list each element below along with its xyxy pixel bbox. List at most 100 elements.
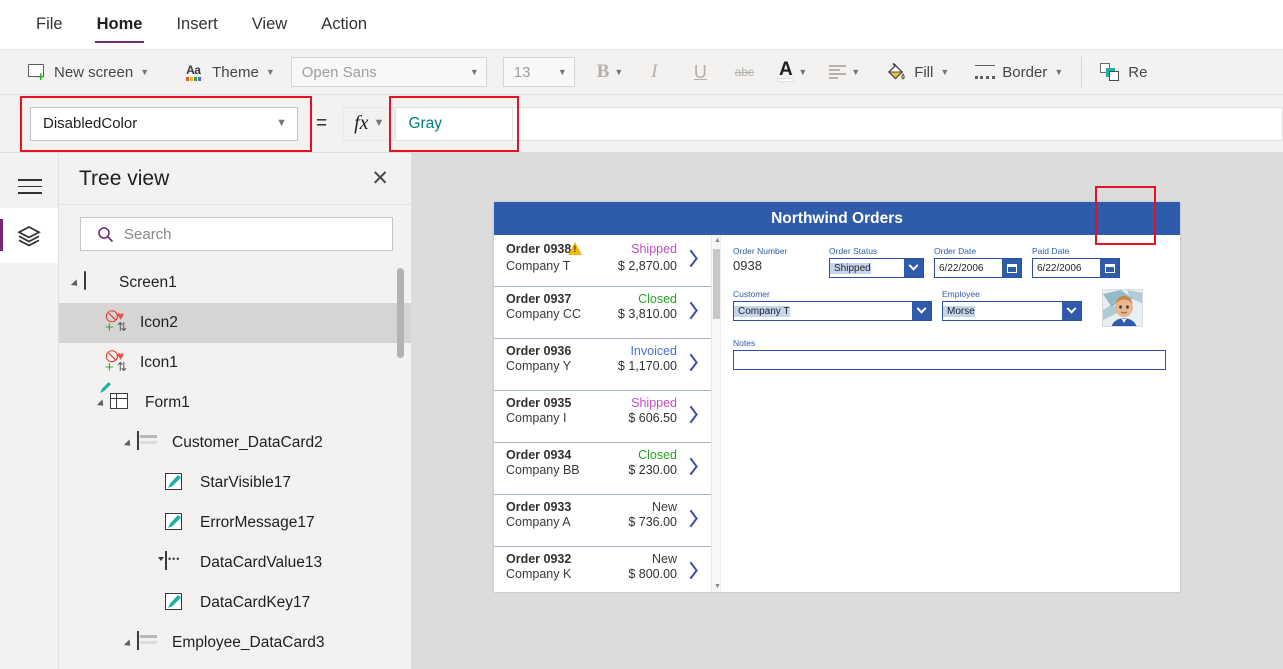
order-number-value: 0938 (733, 258, 762, 273)
tree-view-rail-button[interactable] (0, 208, 58, 263)
tree-scrollbar[interactable] (397, 265, 404, 663)
search-box[interactable] (80, 217, 393, 251)
strikethrough-icon: abc (734, 65, 755, 79)
theme-icon: Aa (185, 63, 205, 81)
order-row[interactable]: Order 0932 New Company K $ 800.00 (494, 547, 711, 592)
gallery-scrollbar-thumb[interactable] (713, 249, 720, 319)
font-color-button[interactable]: A ▼ (777, 59, 807, 82)
calendar-icon[interactable] (1002, 259, 1021, 277)
chevron-right-icon[interactable] (692, 300, 703, 320)
app-title: Northwind Orders (771, 209, 903, 227)
bold-icon: B (596, 61, 610, 82)
bold-button[interactable]: B ▼ (597, 61, 624, 83)
tree-item-employee-datacard3[interactable]: Employee_DataCard3 (59, 623, 411, 663)
layers-icon (17, 225, 41, 246)
tree-scrollbar-thumb[interactable] (397, 268, 404, 358)
font-family-select[interactable]: Open Sans ▼ (290, 57, 487, 87)
chevron-down-icon[interactable] (912, 302, 931, 320)
menu-item-insert[interactable]: Insert (174, 11, 219, 38)
chevron-right-icon[interactable] (692, 456, 703, 476)
order-date-picker[interactable]: 6/22/2006 (934, 258, 1022, 278)
order-amount: $ 3,810.00 (617, 307, 677, 321)
search-input[interactable] (124, 225, 360, 243)
property-select[interactable]: DisabledColor ▼ (30, 106, 298, 141)
order-status-dropdown[interactable]: Shipped (829, 258, 924, 278)
tree-item-screen1[interactable]: Screen1 (59, 263, 411, 303)
hamburger-menu-icon[interactable] (18, 179, 42, 194)
scroll-down-arrow-icon[interactable]: ▼ (714, 583, 721, 590)
close-icon[interactable]: ✕ (371, 168, 389, 189)
order-id: Order 0935 (506, 396, 572, 410)
new-screen-icon: + (28, 64, 47, 83)
fill-button[interactable]: Fill ▼ (886, 62, 949, 82)
fx-button[interactable]: fx ▼ (343, 106, 396, 141)
gallery-scrollbar[interactable]: ▲ ▼ (712, 235, 721, 592)
formula-input[interactable]: Gray (395, 106, 514, 141)
tree-item-icon2[interactable]: 🚫 ♥ + ⇅ Icon2 (59, 303, 411, 343)
tree-item-errormessage17[interactable]: ErrorMessage17 (59, 503, 411, 543)
edit-icon (165, 472, 191, 494)
reorder-button[interactable]: Re (1100, 62, 1148, 82)
theme-button[interactable]: Aa Theme ▼ (185, 63, 275, 81)
tree-item-icon1[interactable]: 🚫 ♥ + ⇅ Icon1 (59, 343, 411, 383)
notes-input[interactable] (733, 350, 1166, 370)
paid-date-picker[interactable]: 6/22/2006 (1032, 258, 1120, 278)
font-size-select[interactable]: 13 ▼ (502, 57, 575, 87)
order-amount: $ 800.00 (628, 567, 677, 581)
strikethrough-button[interactable]: abc (729, 65, 759, 79)
order-status: Shipped (631, 242, 677, 256)
tree-item-form1[interactable]: Form1 (59, 382, 411, 423)
menu-item-home[interactable]: Home (94, 11, 145, 43)
border-label: Border (1002, 63, 1048, 81)
formula-input-extension[interactable] (513, 106, 1283, 141)
calendar-icon[interactable] (1100, 259, 1119, 277)
menu-item-action[interactable]: Action (319, 11, 369, 38)
chevron-right-icon[interactable] (692, 352, 703, 372)
chevron-right-icon[interactable] (692, 248, 703, 268)
font-color-icon: A (777, 59, 795, 82)
order-row[interactable]: Order 0933 New Company A $ 736.00 (494, 495, 711, 547)
datacard-icon (137, 631, 163, 654)
chevron-down-icon[interactable] (904, 259, 923, 277)
expand-caret-icon[interactable] (70, 279, 81, 289)
chevron-right-icon[interactable] (692, 560, 703, 580)
new-screen-button[interactable]: + New screen ▼ (28, 64, 150, 83)
border-button[interactable]: Border ▼ (975, 64, 1063, 81)
tree-item-label: Form1 (145, 394, 190, 411)
text-align-button[interactable]: ▼ (829, 65, 860, 79)
menu-item-view[interactable]: View (250, 11, 289, 38)
order-gallery[interactable]: Order 0938 Shipped Company T $ 2,870.00 (494, 235, 712, 592)
property-value: DisabledColor (43, 115, 138, 132)
order-row[interactable]: Order 0934 Closed Company BB $ 230.00 (494, 443, 711, 495)
tree-item-customer-datacard2[interactable]: Customer_DataCard2 (59, 423, 411, 463)
chevron-right-icon[interactable] (692, 508, 703, 528)
expand-caret-icon[interactable] (96, 399, 107, 409)
active-indicator (0, 219, 3, 251)
employee-label: Employee (942, 289, 980, 299)
employee-dropdown[interactable]: Morse (942, 301, 1082, 321)
order-row[interactable]: Order 0936 Invoiced Company Y $ 1,170.00 (494, 339, 711, 391)
customer-dropdown[interactable]: Company T (733, 301, 932, 321)
order-row[interactable]: Order 0935 Shipped Company I $ 606.50 (494, 391, 711, 443)
menu-item-file[interactable]: File (34, 11, 65, 38)
order-row[interactable]: Order 0938 Shipped Company T $ 2,870.00 (494, 235, 711, 287)
scroll-up-arrow-icon[interactable]: ▲ (714, 237, 721, 244)
customer-label: Customer (733, 289, 770, 299)
font-color-glyph: A (778, 59, 793, 81)
tree-item-datacardkey17[interactable]: DataCardKey17 (59, 583, 411, 623)
underline-button[interactable]: U (685, 62, 715, 83)
italic-button[interactable]: I (639, 61, 669, 83)
tree-item-starvisible17[interactable]: StarVisible17 (59, 463, 411, 503)
order-row[interactable]: Order 0937 Closed Company CC $ 3,810.00 (494, 287, 711, 339)
canvas-area[interactable]: Northwind Orders Order 0938 Shipped (412, 153, 1283, 669)
paid-date-value: 6/22/2006 (1037, 262, 1082, 274)
expand-caret-icon[interactable] (123, 639, 134, 649)
chevron-down-icon: ▼ (140, 66, 150, 77)
italic-icon: I (651, 61, 658, 82)
chevron-down-icon[interactable] (1062, 302, 1081, 320)
reorder-label: Re (1128, 63, 1148, 81)
expand-caret-icon[interactable] (123, 439, 134, 449)
chevron-right-icon[interactable] (692, 404, 703, 424)
app-preview-frame: Northwind Orders Order 0938 Shipped (494, 202, 1180, 592)
tree-item-datacardvalue13[interactable]: ••• DataCardValue13 (59, 543, 411, 583)
